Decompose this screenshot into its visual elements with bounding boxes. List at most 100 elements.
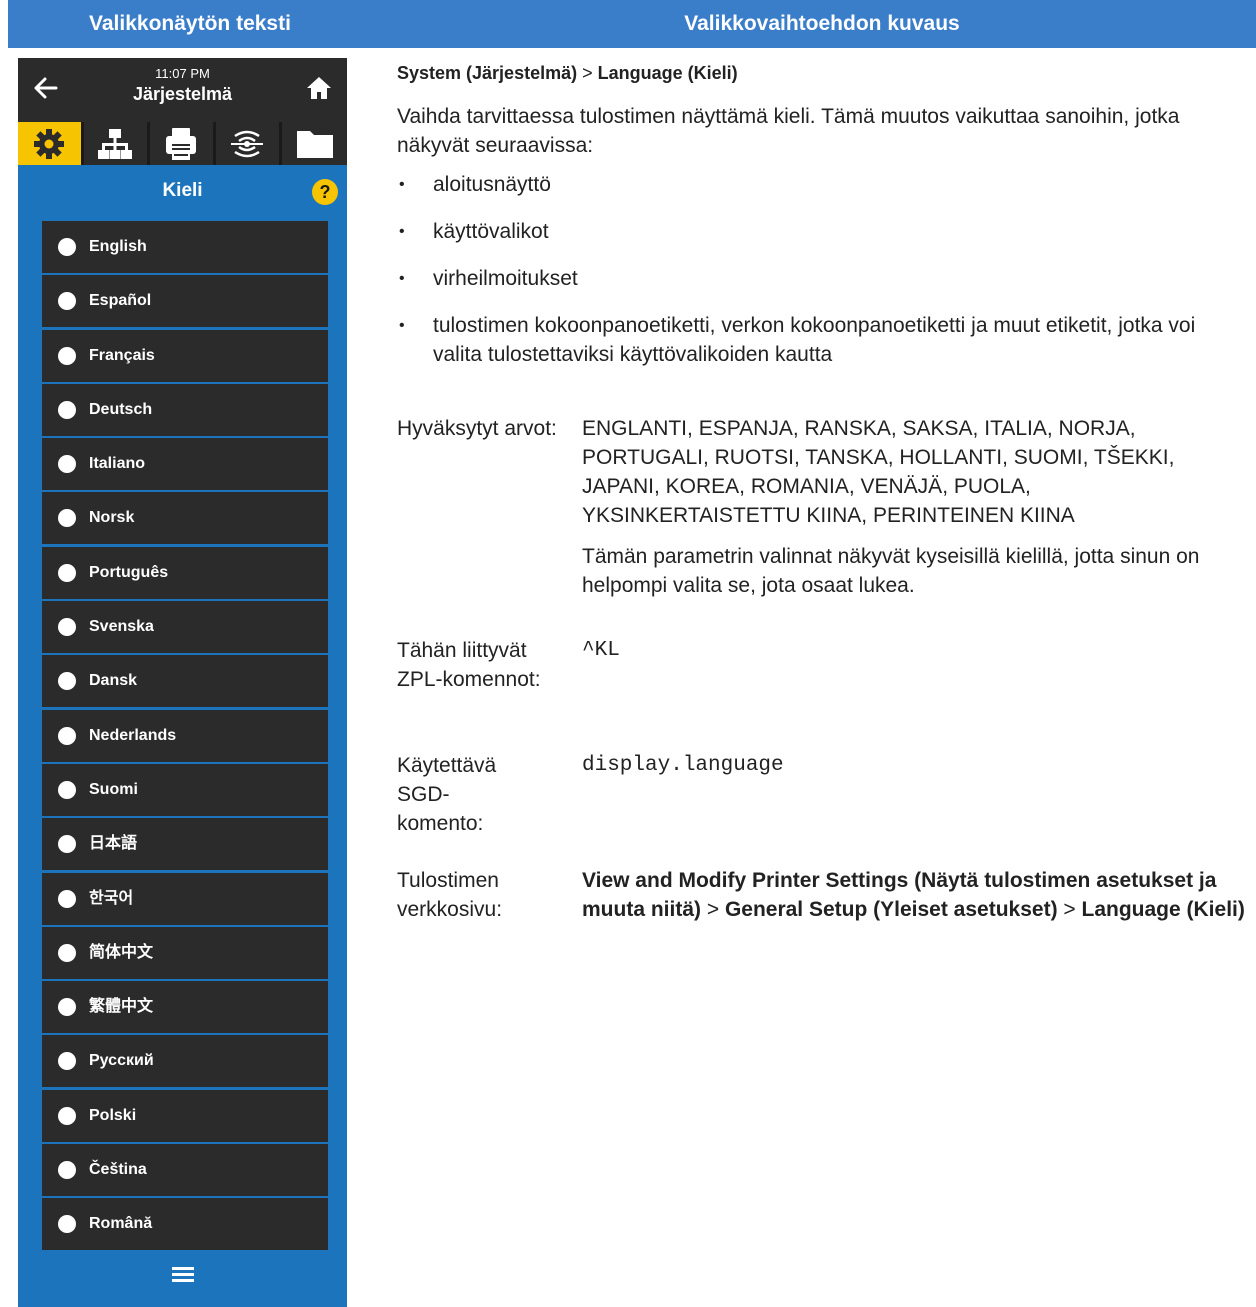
language-label: Čeština <box>89 1161 147 1179</box>
radio-button-icon <box>58 509 76 528</box>
radio-button-icon <box>58 346 76 365</box>
radio-button-icon <box>58 618 76 637</box>
language-option[interactable]: Čeština <box>42 1144 328 1197</box>
printer-icon <box>166 128 196 160</box>
sgd-label: Käytettävä SGD-komento: <box>397 754 497 835</box>
path-separator: > <box>577 63 598 83</box>
language-option[interactable]: Polski <box>42 1089 328 1142</box>
menu-icon-line <box>172 1279 194 1282</box>
menu-icon-line <box>172 1267 194 1270</box>
radio-button-icon <box>58 1052 76 1071</box>
accepted-values: ENGLANTI, ESPANJA, RANSKA, SAKSA, ITALIA… <box>582 414 1247 600</box>
zpl-label: Tähän liittyvät ZPL-komennot: <box>397 639 541 691</box>
radio-button-icon <box>58 238 76 256</box>
radio-button-icon <box>58 672 76 691</box>
language-label: Français <box>89 346 155 364</box>
language-label: 日本語 <box>89 835 138 853</box>
intro-text: Vaihda tarvittaessa tulostimen näyttämä … <box>397 105 1180 157</box>
description: System (Järjestelmä) > Language (Kieli) … <box>397 60 1247 921</box>
language-option[interactable]: Português <box>42 546 328 599</box>
network-icon <box>98 129 132 159</box>
help-icon[interactable]: ? <box>311 178 339 206</box>
radio-button-icon <box>58 943 76 962</box>
language-label: English <box>89 238 147 255</box>
tab-system[interactable] <box>18 122 81 165</box>
language-option[interactable]: 简体中文 <box>42 926 328 979</box>
language-option[interactable]: English <box>42 221 328 273</box>
menu-icon-line <box>172 1273 194 1276</box>
path-system: System (Järjestelmä) <box>397 63 578 83</box>
radio-button-icon <box>58 998 76 1017</box>
language-label: 繁體中文 <box>89 998 154 1016</box>
path-language: Language (Kieli) <box>597 63 738 83</box>
table-header: Valikkonäytön teksti Valikkovaihtoehdon … <box>8 0 1256 48</box>
language-label: Norsk <box>89 509 135 527</box>
language-option[interactable]: Italiano <box>42 438 328 491</box>
language-label: Svenska <box>89 618 154 636</box>
radio-button-icon <box>58 292 76 311</box>
accepted-values-text: ENGLANTI, ESPANJA, RANSKA, SAKSA, ITALIA… <box>582 417 1175 527</box>
header-description: Valikkovaihtoehdon kuvaus <box>684 12 960 35</box>
tab-wireless[interactable] <box>216 122 279 165</box>
language-option[interactable]: 한국어 <box>42 872 328 925</box>
tab-connection[interactable] <box>84 122 147 165</box>
radio-button-icon <box>58 726 76 745</box>
radio-button-icon <box>58 780 76 799</box>
title-bar: 11:07 PM Järjestelmä <box>18 58 347 122</box>
language-label: Dansk <box>89 672 138 690</box>
menu-tabs <box>18 122 347 165</box>
tab-storage[interactable] <box>282 122 347 165</box>
list-item: aloitusnäyttö <box>397 170 1247 199</box>
language-option[interactable]: 繁體中文 <box>42 981 328 1034</box>
language-option[interactable]: Norsk <box>42 492 328 545</box>
radio-button-icon <box>58 563 76 582</box>
path-separator: > <box>1057 898 1082 921</box>
radio-button-icon <box>58 1106 76 1125</box>
language-option[interactable]: Dansk <box>42 655 328 708</box>
radio-button-icon <box>58 889 76 908</box>
sgd-command: display.language <box>582 754 784 777</box>
language-option[interactable]: Español <box>42 275 328 328</box>
language-option[interactable]: 日本語 <box>42 818 328 871</box>
svg-text:?: ? <box>320 182 331 202</box>
language-option[interactable]: Suomi <box>42 763 328 816</box>
clock: 11:07 PM <box>155 66 210 81</box>
language-option[interactable]: Svenska <box>42 601 328 654</box>
language-label: Nederlands <box>89 726 177 744</box>
language-label: 한국어 <box>89 889 134 907</box>
radio-button-icon <box>58 1215 76 1234</box>
language-label: Português <box>89 563 169 581</box>
folder-icon <box>297 131 333 158</box>
tab-print[interactable] <box>150 122 213 165</box>
web-page-label: Tulostimen verkkosivu: <box>397 869 503 921</box>
language-label: 简体中文 <box>89 943 154 961</box>
language-option[interactable]: Nederlands <box>42 709 328 762</box>
accepted-values-note: Tämän parametrin valinnat näkyvät kyseis… <box>582 545 1200 597</box>
menu-path: System (Järjestelmä) > Language (Kieli) <box>397 60 1247 86</box>
zpl-command: ^KL <box>582 639 620 662</box>
language-option[interactable]: Русский <box>42 1035 328 1088</box>
language-option[interactable]: Deutsch <box>42 383 328 436</box>
language-label: Suomi <box>89 780 138 798</box>
printer-display: 11:07 PM Järjestelmä Kieli ? English Esp… <box>18 58 347 1307</box>
language-label: Español <box>89 292 152 310</box>
radio-button-icon <box>58 1161 76 1180</box>
bullet-list: aloitusnäyttö käyttövalikot virheilmoitu… <box>397 170 1247 369</box>
header-menu-text: Valikkonäytön teksti <box>89 12 291 35</box>
language-list: English Español Français Deutsch Italiano Nor… <box>42 221 328 1253</box>
web-page-path: View and Modify Printer Settings (Näytä … <box>582 866 1247 924</box>
home-icon[interactable] <box>303 72 335 104</box>
web-path-general-setup: General Setup (Yleiset asetukset) <box>724 898 1058 921</box>
radio-button-icon <box>58 835 76 854</box>
language-label: Deutsch <box>89 400 153 418</box>
path-separator: > <box>701 898 725 921</box>
language-label: Русский <box>89 1052 154 1070</box>
screen-title: Järjestelmä <box>132 84 233 104</box>
wireless-signal-icon <box>231 130 263 158</box>
menu-button[interactable] <box>18 1243 347 1307</box>
language-option[interactable]: Français <box>42 329 328 382</box>
accepted-values-label: Hyväksytyt arvot: <box>397 417 557 440</box>
settings-gear-icon <box>34 129 64 159</box>
radio-button-icon <box>58 455 76 474</box>
language-label: Polski <box>89 1106 137 1124</box>
